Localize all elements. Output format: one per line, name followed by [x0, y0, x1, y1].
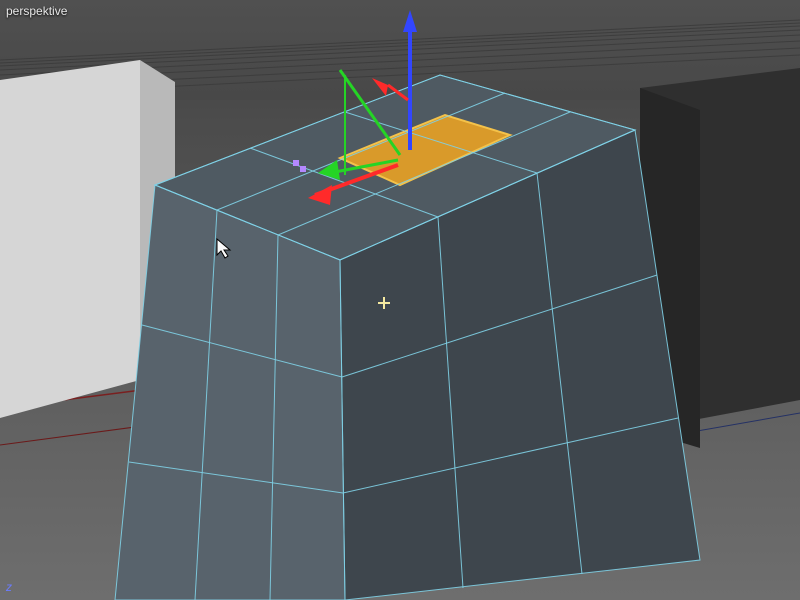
- viewport-canvas[interactable]: [0, 0, 800, 600]
- axis-label-z: z: [6, 580, 12, 594]
- 3d-viewport[interactable]: perspektive z: [0, 0, 800, 600]
- viewport-title: perspektive: [6, 4, 67, 18]
- gizmo-plane-handle[interactable]: [293, 160, 299, 166]
